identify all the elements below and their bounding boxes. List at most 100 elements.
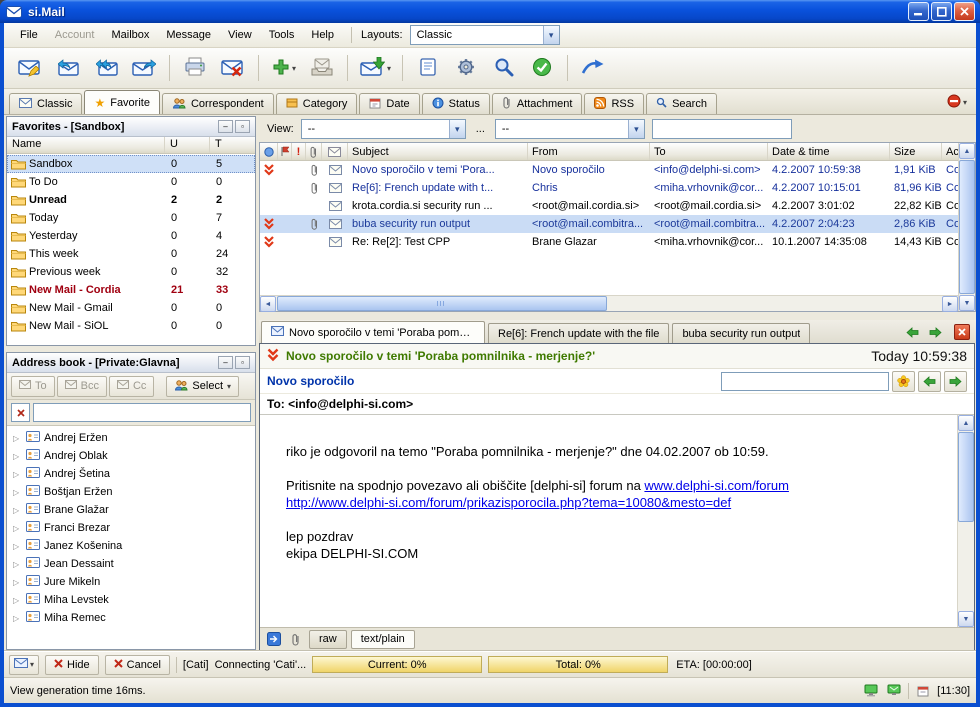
settings-button[interactable] xyxy=(448,51,484,85)
column-subject[interactable]: Subject xyxy=(348,143,528,160)
expand-arrow-icon[interactable]: ▷ xyxy=(13,452,22,461)
menu-item[interactable]: Mailbox xyxy=(103,26,157,44)
layouts-combobox[interactable]: Classic ▾ xyxy=(410,25,560,45)
select-button[interactable]: Select ▾ xyxy=(166,376,239,397)
format-tab[interactable]: text/plain xyxy=(351,630,415,649)
menu-item[interactable]: File xyxy=(12,26,46,44)
delete-button[interactable] xyxy=(215,51,251,85)
scrollbar-track[interactable] xyxy=(958,431,974,611)
contact-row[interactable]: ▷ Jure Mikeln xyxy=(7,573,255,591)
dropdown-arrow-icon[interactable]: ▾ xyxy=(449,120,465,138)
receive-mail-button[interactable]: ▾ xyxy=(355,51,395,85)
panel-minimize-button[interactable]: – xyxy=(218,120,233,133)
contact-row[interactable]: ▷ Janez Košenina xyxy=(7,537,255,555)
menu-item[interactable]: Tools xyxy=(261,26,303,44)
tab-classic[interactable]: Classic xyxy=(9,93,82,114)
tab-rss[interactable]: RSS xyxy=(584,93,644,114)
tab-status[interactable]: Status xyxy=(422,93,490,114)
raw-tab[interactable]: raw xyxy=(309,630,347,649)
expand-arrow-icon[interactable]: ▷ xyxy=(13,560,22,569)
send-button[interactable] xyxy=(575,51,611,85)
message-tab[interactable]: Re[6]: French update with the file xyxy=(488,323,669,343)
addressbook-search-input[interactable] xyxy=(33,403,251,422)
message-tab[interactable]: buba security run output xyxy=(672,323,810,343)
close-message-tab-button[interactable] xyxy=(954,324,970,340)
network-status-icon[interactable] xyxy=(862,684,880,697)
forum-link[interactable]: www.delphi-si.com/forum xyxy=(644,478,789,493)
column-unread[interactable]: U xyxy=(165,137,210,153)
scroll-left-button[interactable]: ◄ xyxy=(260,296,276,312)
flag-icon[interactable] xyxy=(278,143,292,160)
scrollbar-track[interactable] xyxy=(276,296,942,311)
attachment-column-icon[interactable] xyxy=(306,143,322,160)
dropdown-arrow-icon[interactable]: ▾ xyxy=(543,26,559,44)
titlebar[interactable]: si.Mail xyxy=(0,0,980,23)
column-size[interactable]: Size xyxy=(890,143,942,160)
favorites-row[interactable]: New Mail - Gmail 0 0 xyxy=(7,299,255,317)
clear-search-button[interactable] xyxy=(11,403,30,422)
quick-search-input[interactable] xyxy=(652,119,792,139)
favorites-row[interactable]: Previous week 0 32 xyxy=(7,263,255,281)
cancel-button[interactable]: Cancel xyxy=(105,655,170,675)
message-tab[interactable]: Novo sporočilo v temi 'Poraba pomnilni..… xyxy=(261,321,485,343)
hide-button[interactable]: Hide xyxy=(45,655,99,675)
find-next-button[interactable] xyxy=(944,371,967,392)
expand-arrow-icon[interactable]: ▷ xyxy=(13,542,22,551)
scrollbar-thumb[interactable] xyxy=(277,296,607,311)
expand-arrow-icon[interactable]: ▷ xyxy=(13,578,22,587)
tab-category[interactable]: Category xyxy=(276,93,358,114)
expand-arrow-icon[interactable]: ▷ xyxy=(13,470,22,479)
contact-row[interactable]: ▷ Andrej Šetina xyxy=(7,465,255,483)
transfer-menu-button[interactable]: ▾ xyxy=(9,655,39,675)
contact-row[interactable]: ▷ Boštjan Eržen xyxy=(7,483,255,501)
tab-attachment[interactable]: Attachment xyxy=(492,93,583,114)
forward-button[interactable] xyxy=(126,51,162,85)
expand-arrow-icon[interactable]: ▷ xyxy=(13,488,22,497)
message-row[interactable]: Re: Re[2]: Test CPP Brane Glazar <miha.v… xyxy=(260,233,958,251)
maximize-button[interactable] xyxy=(931,2,952,21)
menu-item[interactable]: Account xyxy=(47,26,103,44)
bcc-button[interactable]: Bcc xyxy=(57,376,107,397)
reply-all-button[interactable] xyxy=(88,51,124,85)
column-name[interactable]: Name xyxy=(7,137,165,153)
close-button[interactable] xyxy=(954,2,975,21)
topic-link[interactable]: http://www.delphi-si.com/forum/prikazisp… xyxy=(286,495,731,510)
favorites-row[interactable]: New Mail - SiOL 0 0 xyxy=(7,317,255,335)
favorites-row[interactable]: Yesterday 0 4 xyxy=(7,227,255,245)
dropdown-arrow-icon[interactable]: ▾ xyxy=(628,120,644,138)
minimize-button[interactable] xyxy=(908,2,929,21)
splitter[interactable] xyxy=(259,312,976,320)
expand-arrow-icon[interactable]: ▷ xyxy=(13,506,22,515)
to-button[interactable]: To xyxy=(11,376,55,397)
contact-row[interactable]: ▷ Miha Remec xyxy=(7,609,255,627)
scrollbar-thumb[interactable] xyxy=(959,160,975,294)
message-row[interactable]: Novo sporočilo v temi 'Pora... Novo spor… xyxy=(260,161,958,179)
scroll-up-button[interactable]: ▲ xyxy=(958,415,974,431)
favorites-row[interactable]: To Do 0 0 xyxy=(7,173,255,191)
scrollbar-track[interactable] xyxy=(959,159,975,295)
menu-item[interactable]: Help xyxy=(303,26,342,44)
scroll-up-button[interactable]: ▲ xyxy=(959,143,975,159)
favorites-row[interactable]: Today 0 7 xyxy=(7,209,255,227)
reply-button[interactable] xyxy=(50,51,86,85)
mail-check-icon[interactable] xyxy=(885,684,903,697)
filter-combobox[interactable]: -- ▾ xyxy=(495,119,645,139)
menu-item[interactable]: Message xyxy=(158,26,219,44)
favorites-panel-header[interactable]: Favorites - [Sandbox] – ▫ xyxy=(7,117,255,137)
scrollbar-thumb[interactable] xyxy=(958,432,974,522)
view-combobox[interactable]: -- ▾ xyxy=(301,119,466,139)
scroll-right-button[interactable]: ► xyxy=(942,296,958,312)
column-to[interactable]: To xyxy=(650,143,768,160)
tab-favorite[interactable]: ★ Favorite xyxy=(84,90,160,114)
scroll-down-button[interactable]: ▼ xyxy=(959,295,975,311)
column-account[interactable]: Acc xyxy=(942,143,958,160)
search-button[interactable] xyxy=(486,51,522,85)
favorites-row[interactable]: Sandbox 0 5 xyxy=(7,155,255,173)
panel-detach-button[interactable]: ▫ xyxy=(235,120,250,133)
next-message-button[interactable] xyxy=(925,323,945,341)
print-button[interactable] xyxy=(177,51,213,85)
contact-row[interactable]: ▷ Andrej Oblak xyxy=(7,447,255,465)
add-button[interactable]: ▾ xyxy=(266,51,302,85)
expand-arrow-icon[interactable]: ▷ xyxy=(13,596,22,605)
contact-row[interactable]: ▷ Miha Levstek xyxy=(7,591,255,609)
